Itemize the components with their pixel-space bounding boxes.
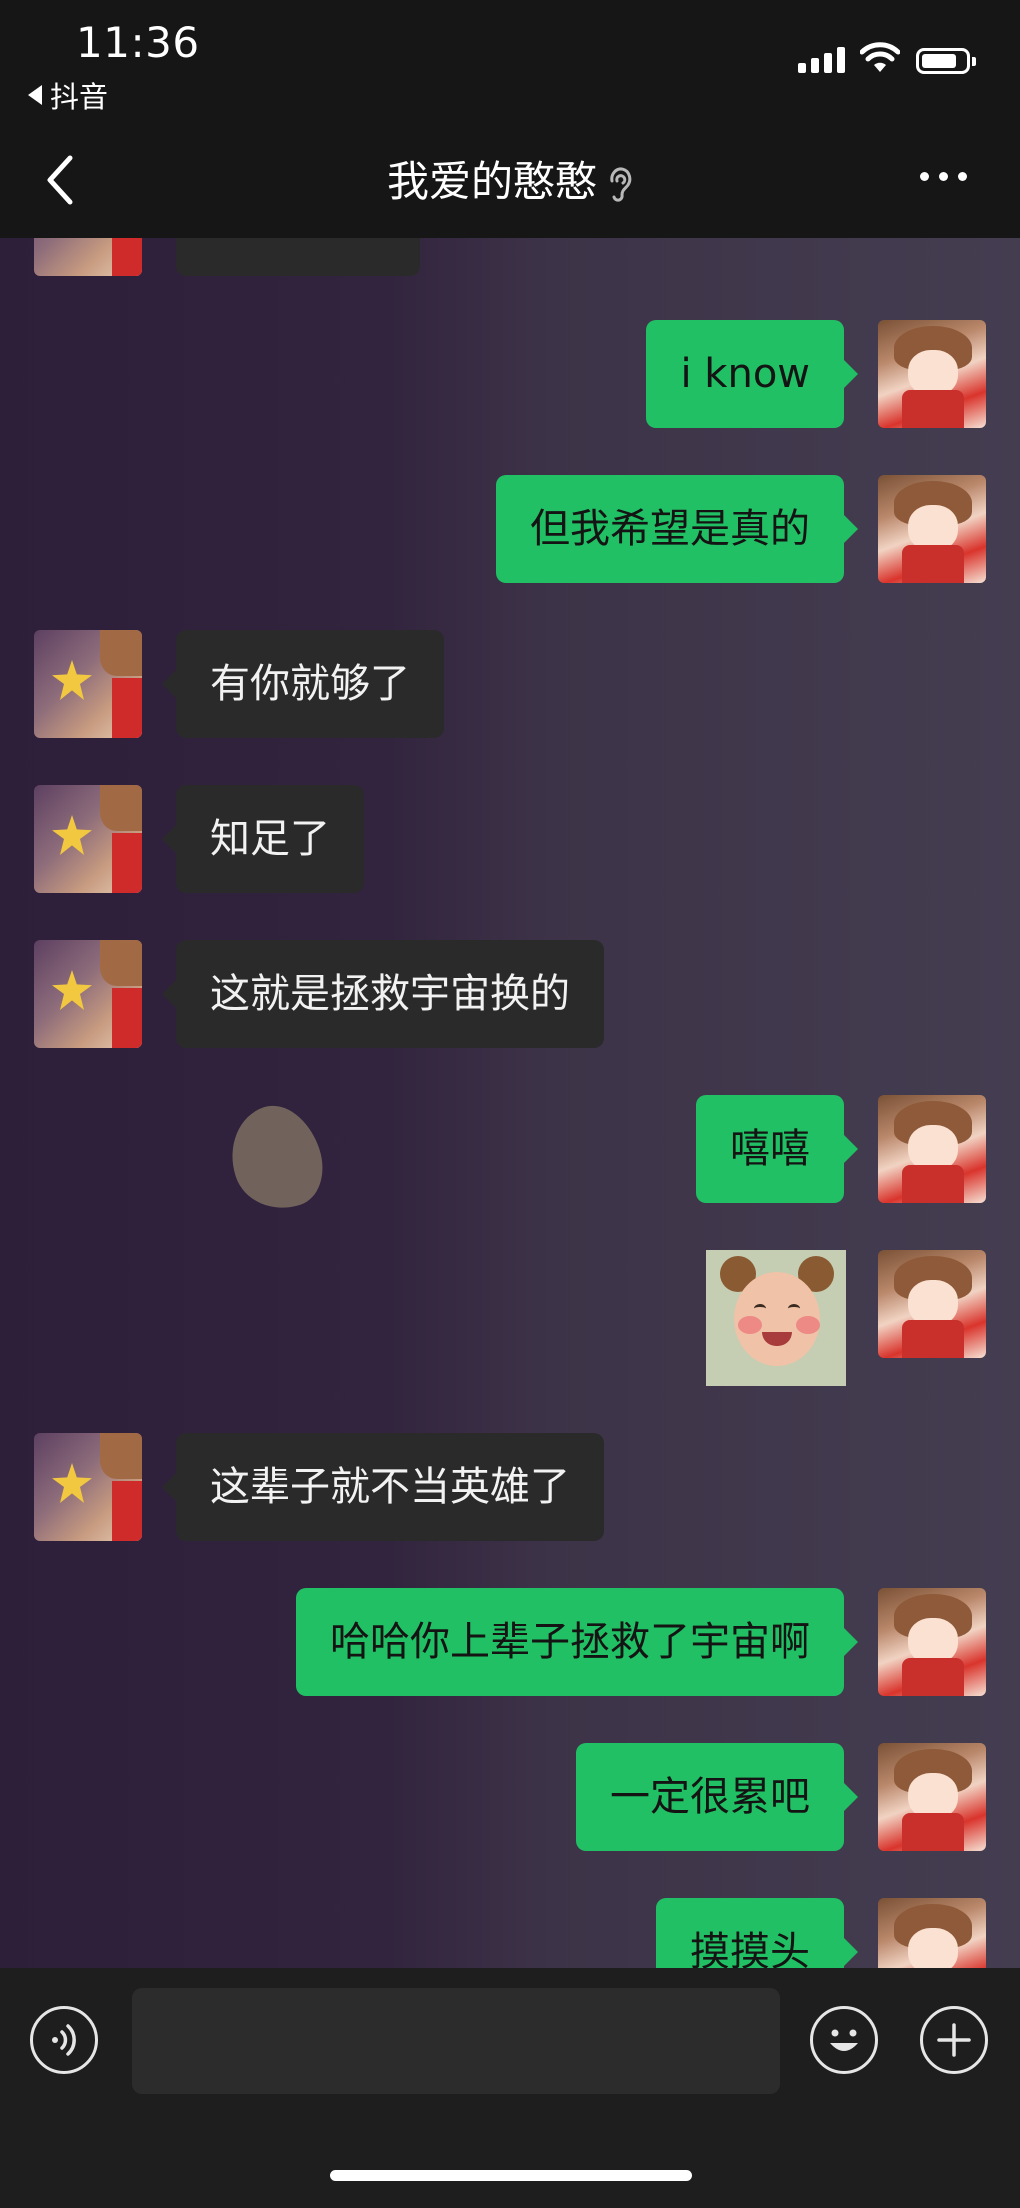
message-bubble[interactable]: 但我希望是真的 (496, 475, 858, 583)
back-triangle-icon (28, 85, 42, 105)
message-row: 这辈子就不当英雄了 (0, 1433, 1020, 1541)
emoji-button[interactable] (810, 2006, 878, 2074)
top-bar: 11:36 抖音 我爱的憨憨 (0, 0, 1020, 238)
more-functions-button[interactable] (920, 2006, 988, 2074)
chat-title-text: 我爱的憨憨 (386, 157, 597, 206)
message-row: 但我希望是真的 (0, 475, 1020, 583)
emoji-icon (830, 2029, 858, 2051)
my-avatar[interactable] (878, 1743, 986, 1851)
message-row: 摸摸头 (0, 1898, 1020, 1968)
contact-avatar[interactable] (34, 1433, 142, 1541)
voice-input-button[interactable] (30, 2006, 98, 2074)
contact-avatar[interactable] (34, 238, 142, 276)
contact-avatar[interactable] (34, 785, 142, 893)
back-to-app-link[interactable]: 抖音 (28, 74, 108, 116)
message-row: 这就是拯救宇宙换的 (0, 940, 1020, 1048)
back-app-label: 抖音 (50, 80, 109, 114)
status-time: 11:36 (76, 18, 200, 67)
message-bubble[interactable]: 有你就够了 (162, 630, 444, 738)
message-input[interactable] (132, 1988, 780, 2094)
plus-icon (937, 2023, 971, 2057)
message-bubble[interactable]: 哈哈你上辈子拯救了宇宙啊 (296, 1588, 858, 1696)
message-bubble[interactable]: 这就是拯救宇宙换的 (162, 940, 604, 1048)
chat-area[interactable]: i know 但我希望是真的 有你就够了 知足了 这就是拯救宇宙换的 嘻嘻 这辈… (0, 238, 1020, 1968)
my-avatar[interactable] (878, 1250, 986, 1358)
message-bubble[interactable] (176, 238, 420, 276)
message-row: 知足了 (0, 785, 1020, 893)
my-avatar[interactable] (878, 1588, 986, 1696)
more-options-icon[interactable] (920, 172, 967, 181)
wifi-icon (860, 42, 900, 72)
message-row (0, 238, 1020, 276)
voice-icon (52, 2024, 76, 2056)
cellular-signal-icon (798, 47, 845, 73)
battery-icon (916, 48, 976, 74)
message-row: 嘻嘻 (0, 1095, 1020, 1203)
message-row: 一定很累吧 (0, 1743, 1020, 1851)
my-avatar[interactable] (878, 1095, 986, 1203)
message-row (0, 1250, 1020, 1386)
my-avatar[interactable] (878, 475, 986, 583)
message-bubble[interactable]: 嘻嘻 (696, 1095, 858, 1203)
earpiece-mode-icon (610, 166, 632, 202)
message-bubble[interactable]: 摸摸头 (656, 1898, 858, 1968)
message-bubble[interactable]: 这辈子就不当英雄了 (162, 1433, 604, 1541)
my-avatar[interactable] (878, 1898, 986, 1968)
my-avatar[interactable] (878, 320, 986, 428)
message-bubble[interactable]: 一定很累吧 (576, 1743, 858, 1851)
contact-avatar[interactable] (34, 940, 142, 1048)
home-indicator[interactable] (330, 2170, 692, 2181)
chat-title: 我爱的憨憨 (0, 148, 1020, 209)
message-bubble[interactable]: 知足了 (162, 785, 364, 893)
message-row: 哈哈你上辈子拯救了宇宙啊 (0, 1588, 1020, 1696)
baby-bear-ears-sticker[interactable] (706, 1250, 846, 1386)
contact-avatar[interactable] (34, 630, 142, 738)
message-row: i know (0, 320, 1020, 428)
message-row: 有你就够了 (0, 630, 1020, 738)
message-bubble[interactable]: i know (646, 320, 858, 428)
